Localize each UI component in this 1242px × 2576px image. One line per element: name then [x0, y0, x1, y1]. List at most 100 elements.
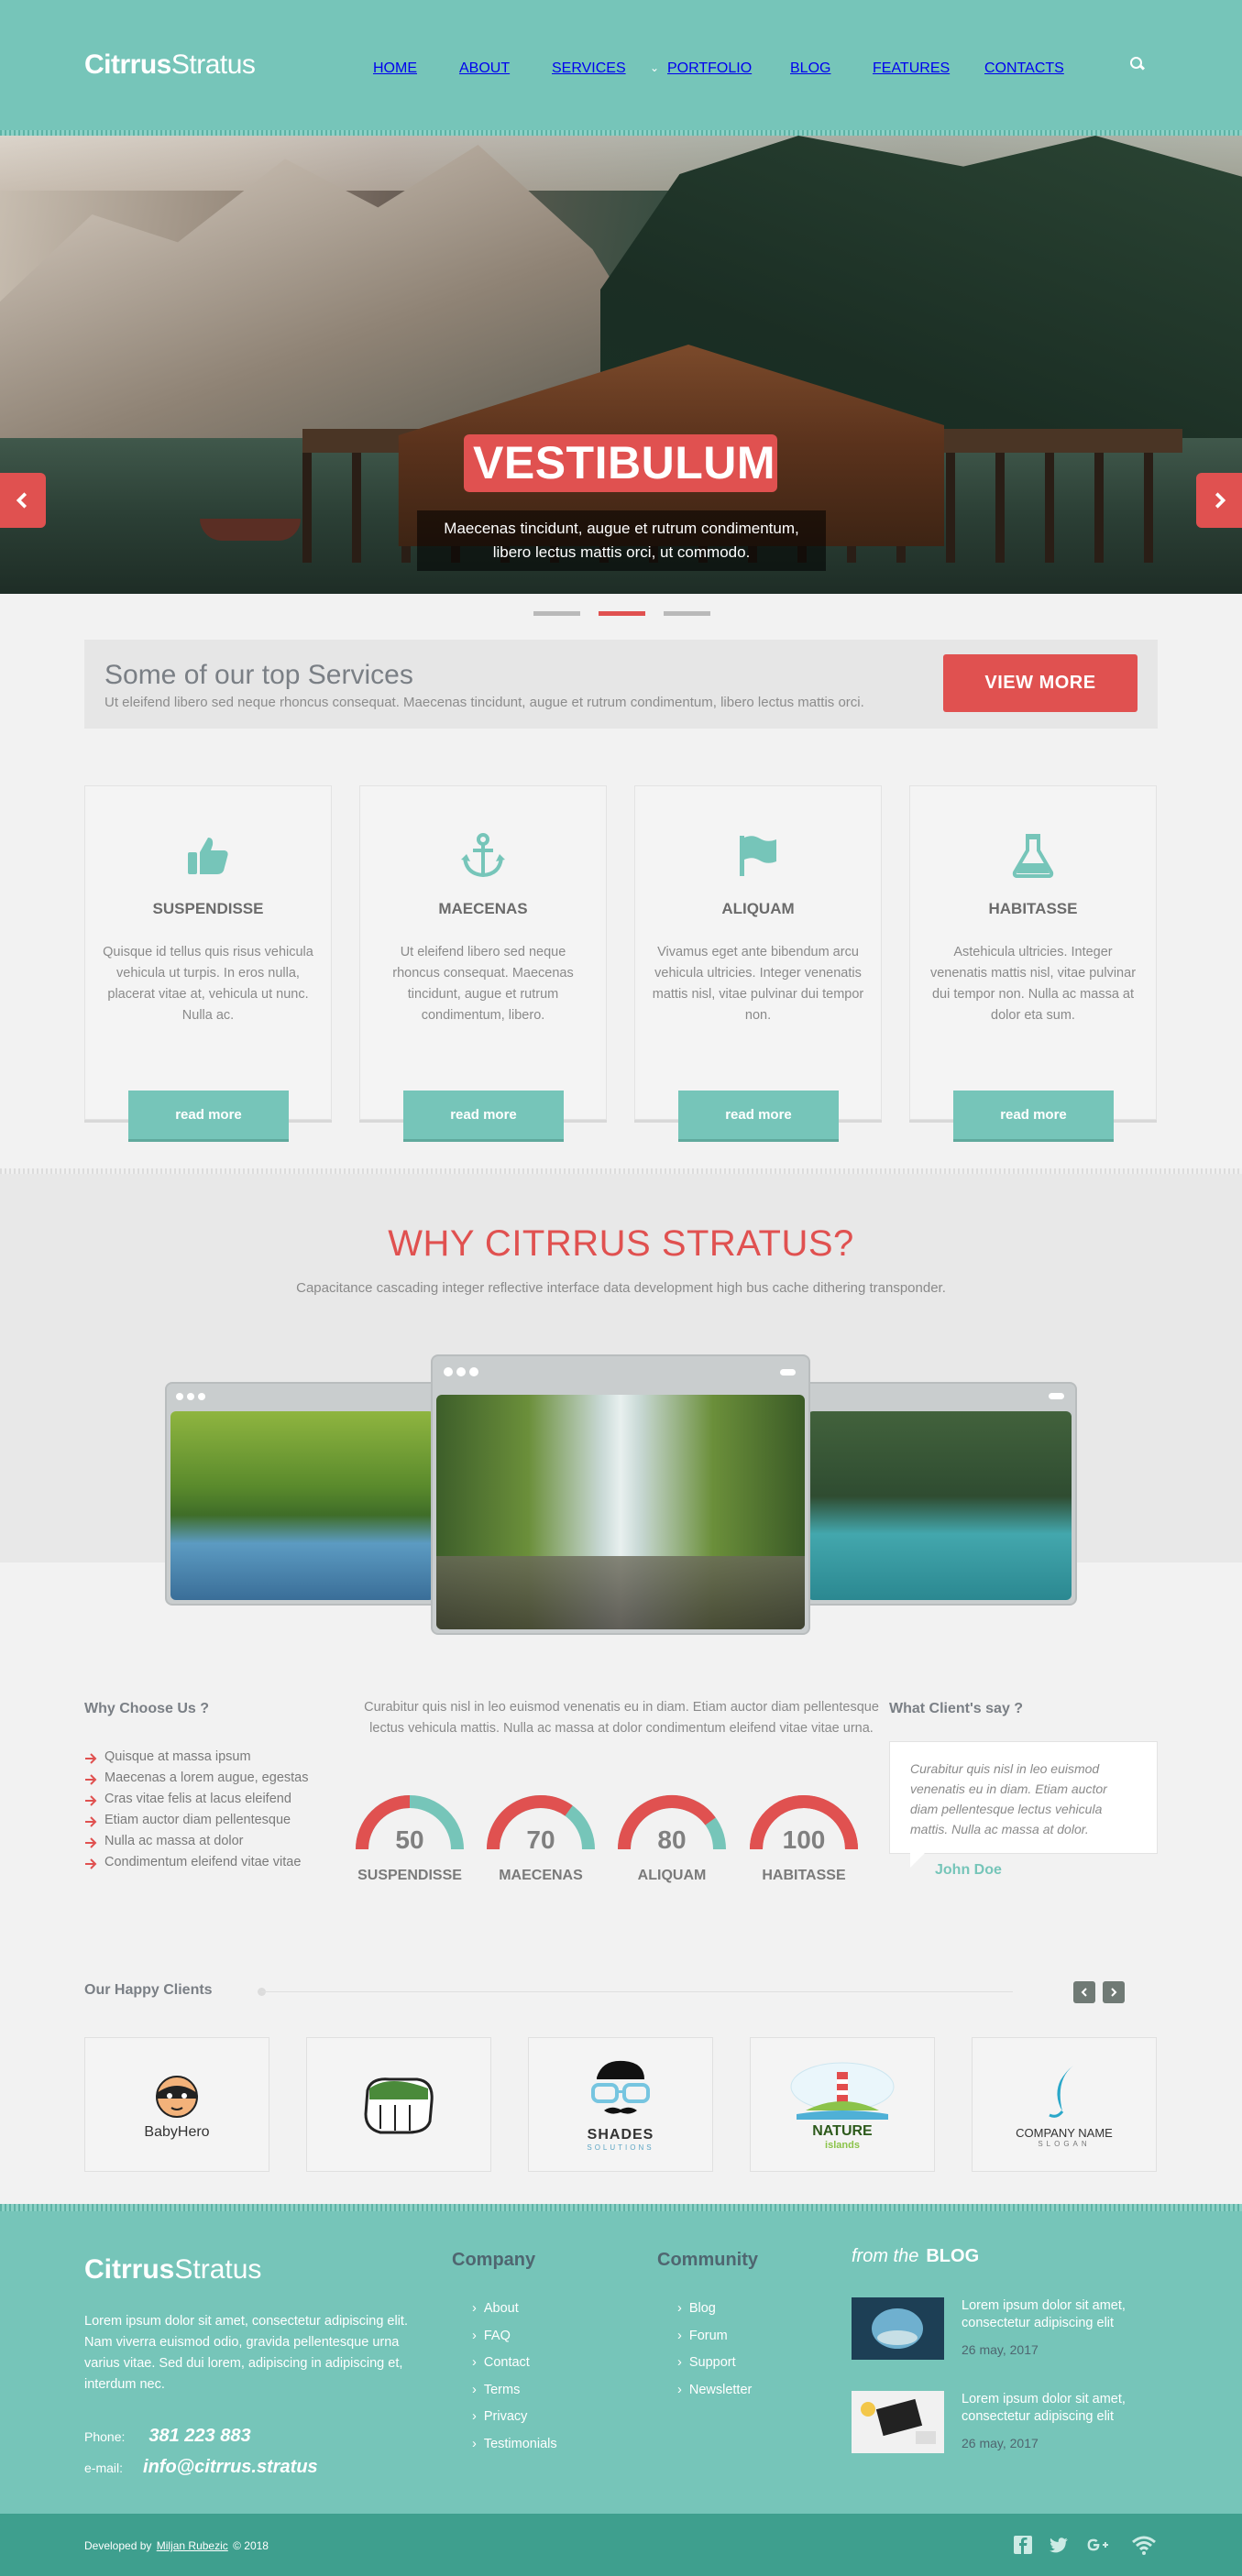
client-logo-babyhero[interactable]: BabyHero	[84, 2037, 269, 2172]
arrow-right-icon	[84, 1836, 97, 1848]
slider-dot[interactable]	[533, 611, 580, 616]
nav-blog[interactable]: BLOG	[790, 60, 830, 77]
copyright: Developed by Miljan Rubezic © 2018	[84, 2539, 269, 2552]
card-text: Ut eleifend libero sed neque rhoncus con…	[392, 945, 574, 1023]
client-subtitle: SLOGAN	[1038, 2139, 1091, 2148]
footer-link[interactable]: Support	[677, 2350, 752, 2377]
list-item: Condimentum eleifend vitae vitae	[84, 1852, 308, 1873]
card-title: HABITASSE	[988, 900, 1078, 917]
window-dot	[176, 1393, 183, 1400]
footer-phone: Phone: 381 223 883	[84, 2426, 251, 2446]
gauge: 80 ALIQUAM	[615, 1794, 729, 1883]
flag-icon	[740, 836, 776, 876]
divider	[261, 1991, 1013, 1992]
bottom-bar: Developed by Miljan Rubezic © 2018	[0, 2514, 1242, 2576]
client-logo-shades[interactable]: SHADES SOLUTIONS	[528, 2037, 713, 2172]
view-more-button[interactable]: VIEW MORE	[943, 654, 1138, 712]
client-logo-nature[interactable]: NATURE islands	[750, 2037, 935, 2172]
gauge-label: HABITASSE	[762, 1868, 846, 1883]
blog-post[interactable]: Lorem ipsum dolor sit amet, consectetur …	[852, 2297, 1163, 2363]
facebook-icon[interactable]	[1012, 2534, 1034, 2556]
footer-link[interactable]: Newsletter	[677, 2377, 753, 2405]
nav-home[interactable]: HOME	[373, 60, 417, 77]
google-plus-icon[interactable]	[1084, 2534, 1114, 2556]
footer-email[interactable]: e-mail: info@citrrus.stratus	[84, 2457, 318, 2478]
site-header: CitrrusStratus HOME ABOUT SERVICES ⌄ POR…	[0, 0, 1242, 136]
slider-dot-active[interactable]	[599, 611, 645, 616]
read-more-button[interactable]: read more	[128, 1091, 289, 1139]
window-dot	[187, 1393, 194, 1400]
baby-face-icon	[156, 2075, 198, 2118]
card-title: ALIQUAM	[721, 900, 795, 917]
client-logo-fist[interactable]	[306, 2037, 491, 2172]
footer-link[interactable]: Testimonials	[472, 2431, 557, 2459]
blog-post-title: Lorem ipsum dolor sit amet, consectetur …	[962, 2392, 1126, 2424]
blog-thumb-airplane-window	[852, 2297, 944, 2360]
site-logo[interactable]: CitrrusStratus	[84, 49, 256, 81]
client-name: BabyHero	[144, 2123, 210, 2140]
service-card: SUSPENDISSE Quisque id tellus quis risus…	[84, 785, 332, 1139]
slide-caption-line-2: libero lectus mattis orci, ut commodo.	[492, 543, 751, 561]
client-name: COMPANY NAME	[1016, 2125, 1113, 2140]
why-choose-list: Quisque at massa ipsum Maecenas a lorem …	[84, 1747, 308, 1873]
chevron-right-icon	[1215, 492, 1226, 509]
twitter-icon[interactable]	[1048, 2534, 1070, 2556]
service-card: HABITASSE Astehicula ultricies. Integer …	[909, 785, 1157, 1139]
read-more-button[interactable]: read more	[953, 1091, 1114, 1139]
chevron-left-icon	[1081, 1988, 1087, 1997]
author-link[interactable]: Miljan Rubezic	[157, 2539, 228, 2552]
testimonial-quote: Curabitur quis nisl in leo euismod venen…	[910, 1761, 1107, 1836]
chevron-down-icon: ⌄	[650, 61, 660, 74]
read-more-button[interactable]: read more	[403, 1091, 564, 1139]
nav-services[interactable]: SERVICES	[552, 60, 626, 77]
browser-mockup-right	[802, 1382, 1077, 1606]
gauge-label: SUSPENDISSE	[357, 1868, 462, 1883]
footer-link[interactable]: FAQ	[472, 2323, 557, 2351]
slide-caption-line-1: Maecenas tincidunt, augue et rutrum cond…	[444, 520, 799, 537]
nav-contacts[interactable]: CONTACTS	[984, 60, 1064, 77]
card-text: Vivamus eget ante bibendum arcu vehicula…	[652, 945, 864, 1023]
thumbs-up-icon	[188, 838, 228, 874]
stats-text: Curabitur quis nisl in leo euismod venen…	[364, 1700, 879, 1736]
clients-prev-button[interactable]	[1073, 1981, 1095, 2003]
slide-image-boat	[200, 519, 301, 541]
arrow-right-icon	[84, 1857, 97, 1869]
blog-post[interactable]: Lorem ipsum dolor sit amet, consectetur …	[852, 2391, 1163, 2457]
card-title: SUSPENDISSE	[152, 900, 264, 917]
nav-portfolio[interactable]: PORTFOLIO	[667, 60, 752, 77]
feather-icon	[1049, 2065, 1073, 2118]
flask-icon	[1012, 834, 1054, 878]
slide-caption: Maecenas tincidunt, augue et rutrum cond…	[417, 510, 826, 571]
service-card: ALIQUAM Vivamus eget ante bibendum arcu …	[634, 785, 882, 1139]
card-text: Quisque id tellus quis risus vehicula ve…	[103, 945, 313, 1023]
service-card: MAECENAS Ut eleifend libero sed neque rh…	[359, 785, 607, 1139]
footer-link[interactable]: Terms	[472, 2377, 557, 2405]
browser-mockup-center	[431, 1354, 810, 1635]
client-logo-company[interactable]: COMPANY NAME SLOGAN	[972, 2037, 1157, 2172]
testimonial-author: John Doe	[935, 1862, 1002, 1878]
testimonial-box: Curabitur quis nisl in leo euismod venen…	[889, 1741, 1158, 1868]
wifi-icon[interactable]	[1131, 2534, 1157, 2556]
nav-about[interactable]: ABOUT	[459, 60, 510, 77]
gauge: 50 SUSPENDISSE	[353, 1794, 467, 1883]
slider-dot[interactable]	[664, 611, 710, 616]
gauge-label: MAECENAS	[499, 1868, 583, 1883]
search-icon[interactable]	[1130, 57, 1145, 71]
footer-link[interactable]: Contact	[472, 2350, 557, 2377]
gauge-value: 80	[657, 1825, 687, 1854]
footer-logo[interactable]: CitrrusStratus	[84, 2254, 261, 2286]
nav-features[interactable]: FEATURES	[873, 60, 950, 77]
window-dot	[198, 1393, 205, 1400]
footer-link[interactable]: Blog	[677, 2296, 752, 2323]
gauge-value: 70	[526, 1825, 555, 1854]
gauge: 100 HABITASSE	[747, 1794, 861, 1883]
footer-link[interactable]: Privacy	[472, 2404, 557, 2431]
slider-prev-button[interactable]	[0, 473, 46, 528]
testimonial-heading: What Client's say ?	[889, 1701, 1024, 1716]
slider-next-button[interactable]	[1196, 473, 1242, 528]
clients-next-button[interactable]	[1103, 1981, 1125, 2003]
footer-link[interactable]: About	[472, 2296, 557, 2323]
footer-link[interactable]: Forum	[677, 2323, 752, 2351]
site-footer: CitrrusStratus Lorem ipsum dolor sit ame…	[0, 2204, 1242, 2514]
read-more-button[interactable]: read more	[678, 1091, 839, 1139]
